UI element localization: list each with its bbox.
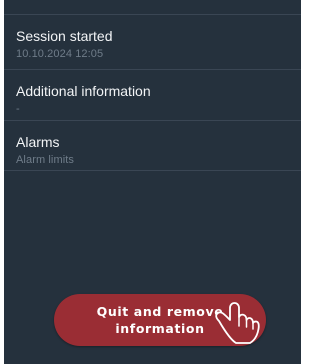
list-item-additional-information[interactable]: Additional information - bbox=[4, 70, 301, 121]
list-item-session-started[interactable]: Session started 10.10.2024 12:05 bbox=[4, 15, 301, 70]
session-started-value: 10.10.2024 12:05 bbox=[16, 48, 104, 60]
additional-information-value: - bbox=[16, 103, 20, 115]
alarms-label: Alarms bbox=[16, 134, 60, 150]
additional-information-label: Additional information bbox=[16, 83, 151, 99]
quit-and-remove-information-button[interactable]: Quit and remove information bbox=[54, 294, 266, 346]
app-screen: Session started 10.10.2024 12:05 Additio… bbox=[4, 0, 301, 364]
quit-button-label-line2: information bbox=[115, 321, 205, 336]
list-item-alarms[interactable]: Alarms Alarm limits bbox=[4, 121, 301, 171]
previous-list-item bbox=[4, 0, 301, 15]
alarm-limits-value: Alarm limits bbox=[16, 154, 75, 166]
session-started-label: Session started bbox=[16, 28, 113, 44]
quit-button-label-line1: Quit and remove bbox=[96, 304, 224, 319]
